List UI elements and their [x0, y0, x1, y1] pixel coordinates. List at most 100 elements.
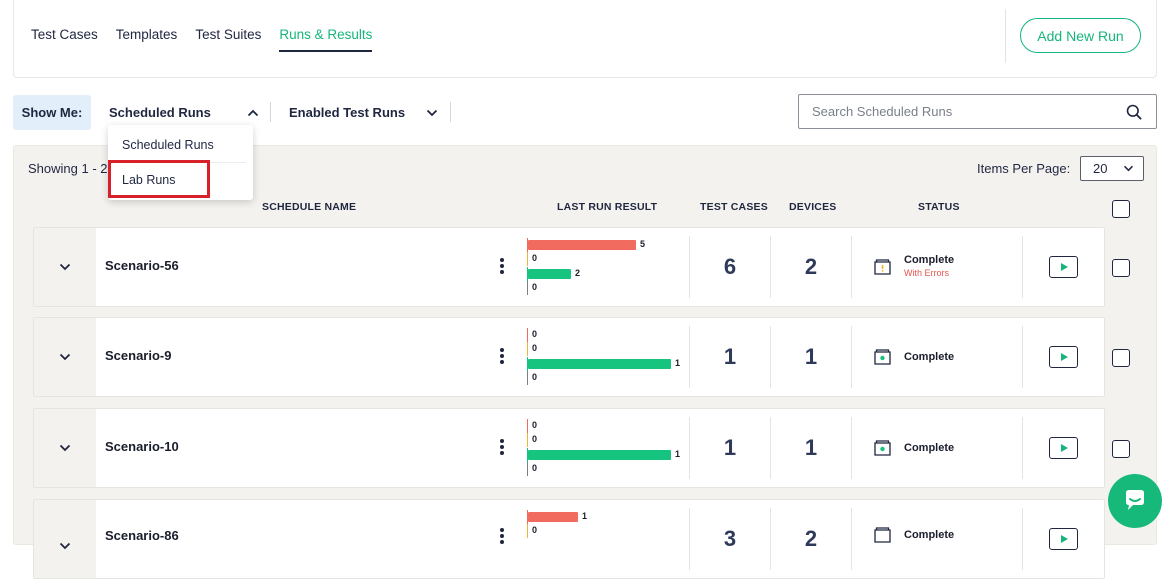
- row-expand-toggle[interactable]: [34, 228, 96, 306]
- table-row[interactable]: Scenario-10 0 0 1 0 1 1 Complete: [33, 408, 1105, 488]
- play-icon: [1060, 263, 1068, 271]
- add-new-run-button[interactable]: Add New Run: [1020, 18, 1141, 53]
- expand-chevron-icon: [59, 353, 71, 361]
- tab-runs-results[interactable]: Runs & Results: [279, 27, 373, 52]
- last-run-result-bars: 5 0 2 0: [527, 238, 687, 296]
- items-per-page-value: 20: [1093, 161, 1108, 176]
- table-row[interactable]: Scenario-56 5 0 2 0 6 2 Complete With Er…: [33, 227, 1105, 307]
- kebab-menu-icon[interactable]: [495, 527, 509, 547]
- test-cases-count: 6: [723, 254, 737, 279]
- col-status[interactable]: STATUS: [918, 201, 960, 213]
- tab-test-suites[interactable]: Test Suites: [195, 27, 261, 52]
- chevron-down-icon: [1124, 165, 1133, 172]
- expand-chevron-icon: [59, 444, 71, 452]
- result-passed-value: 2: [575, 268, 581, 278]
- top-nav-card: Test Cases Templates Test Suites Runs & …: [13, 0, 1157, 78]
- expand-chevron-icon: [59, 542, 71, 550]
- result-failed-value: 1: [582, 511, 588, 521]
- devices-count: 2: [804, 526, 818, 551]
- play-icon: [1060, 353, 1068, 361]
- row-expand-toggle[interactable]: [34, 409, 96, 487]
- test-cases-count: 3: [723, 526, 737, 551]
- result-skipped-value: 0: [532, 372, 538, 382]
- search-input[interactable]: Search Scheduled Runs: [798, 94, 1157, 129]
- result-warning-value: 0: [532, 434, 538, 444]
- run-type-value: Scheduled Runs: [109, 105, 211, 120]
- last-run-result-bars: 1 0: [527, 510, 687, 568]
- tab-test-cases[interactable]: Test Cases: [31, 27, 98, 52]
- tab-bar: Test Cases Templates Test Suites Runs & …: [31, 27, 390, 52]
- last-run-result-bars: 0 0 1 0: [527, 328, 687, 386]
- status-cell: Complete: [873, 526, 954, 544]
- status-cell: Complete: [873, 348, 954, 366]
- search-placeholder: Search Scheduled Runs: [812, 104, 953, 119]
- show-me-label: Show Me:: [13, 95, 91, 130]
- table-row[interactable]: Scenario-86 1 0 3 2 Complete: [33, 499, 1105, 579]
- kebab-menu-icon[interactable]: [495, 347, 509, 367]
- play-button[interactable]: [1049, 528, 1078, 550]
- row-name[interactable]: Scenario-10: [105, 439, 179, 454]
- tab-templates[interactable]: Templates: [116, 27, 178, 52]
- result-warning-value: 0: [532, 343, 538, 353]
- dropdown-option-scheduled-runs[interactable]: Scheduled Runs: [122, 138, 214, 152]
- status-subtext: With Errors: [904, 268, 949, 278]
- result-warning-value: 0: [532, 253, 538, 263]
- col-devices[interactable]: DEVICES: [789, 201, 837, 213]
- status-text: Complete: [904, 528, 955, 541]
- items-per-page-label: Items Per Page:: [977, 161, 1071, 176]
- status-cell: Complete: [873, 439, 954, 457]
- last-run-result-bars: 0 0 1 0: [527, 419, 687, 477]
- col-test-cases[interactable]: TEST CASES: [700, 201, 768, 213]
- row-checkbox[interactable]: [1112, 259, 1130, 277]
- status-text: Complete: [904, 254, 955, 266]
- result-skipped-value: 0: [532, 463, 538, 473]
- chevron-down-icon: [426, 109, 438, 116]
- result-skipped-value: 0: [532, 282, 538, 292]
- enabled-runs-select[interactable]: Enabled Test Runs: [289, 95, 438, 130]
- col-schedule-name[interactable]: SCHEDULE NAME: [262, 201, 356, 213]
- status-text: Complete: [904, 441, 955, 454]
- table-row[interactable]: Scenario-9 0 0 1 0 1 1 Complete: [33, 317, 1105, 397]
- devices-count: 1: [804, 435, 818, 460]
- result-passed-value: 1: [675, 358, 681, 368]
- chat-icon: [1126, 490, 1144, 510]
- expand-chevron-icon: [59, 263, 71, 271]
- row-expand-toggle[interactable]: [34, 500, 96, 578]
- result-passed-value: 1: [675, 449, 681, 459]
- status-folder-icon: [874, 440, 891, 456]
- showing-count: Showing 1 - 2: [28, 161, 108, 176]
- row-name[interactable]: Scenario-9: [105, 348, 171, 363]
- kebab-menu-icon[interactable]: [495, 257, 509, 277]
- test-cases-count: 1: [723, 435, 737, 460]
- items-per-page-select[interactable]: 20: [1080, 156, 1144, 181]
- play-icon: [1060, 535, 1068, 543]
- status-text: Complete: [904, 350, 955, 363]
- search-icon[interactable]: [1126, 104, 1142, 120]
- status-folder-icon: [874, 527, 891, 543]
- row-checkbox[interactable]: [1112, 349, 1130, 367]
- enabled-runs-value: Enabled Test Runs: [289, 105, 406, 120]
- status-cell: Complete With Errors: [873, 254, 954, 280]
- nav-divider: [1005, 9, 1006, 63]
- row-expand-toggle[interactable]: [34, 318, 96, 396]
- play-button[interactable]: [1049, 437, 1078, 459]
- row-name[interactable]: Scenario-56: [105, 258, 179, 273]
- play-button[interactable]: [1049, 256, 1078, 278]
- filter-divider: [450, 102, 451, 122]
- chat-button[interactable]: [1108, 474, 1162, 528]
- result-failed-value: 0: [532, 420, 538, 430]
- play-button[interactable]: [1049, 346, 1078, 368]
- row-checkbox[interactable]: [1112, 440, 1130, 458]
- test-cases-count: 1: [723, 344, 737, 369]
- result-failed-value: 0: [532, 329, 538, 339]
- status-folder-icon: [874, 349, 891, 365]
- select-all-checkbox[interactable]: [1112, 200, 1130, 218]
- devices-count: 2: [804, 254, 818, 279]
- play-icon: [1060, 444, 1068, 452]
- filter-divider: [270, 102, 271, 122]
- devices-count: 1: [804, 344, 818, 369]
- result-warning-value: 0: [532, 525, 538, 535]
- row-name[interactable]: Scenario-86: [105, 528, 179, 543]
- kebab-menu-icon[interactable]: [495, 438, 509, 458]
- col-last-run-result[interactable]: LAST RUN RESULT: [557, 201, 657, 213]
